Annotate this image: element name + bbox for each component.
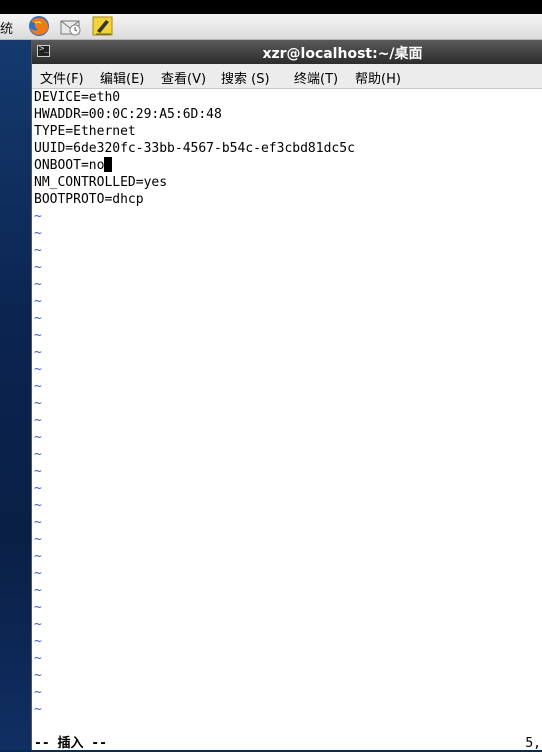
menu-bar: 文件(F) 编辑(E) 查看(V) 搜索 (S) 终端(T) 帮助(H) — [32, 64, 542, 89]
editor-line[interactable]: ONBOOT=no — [34, 157, 542, 174]
empty-line-marker: ~ — [34, 226, 42, 241]
text-cursor — [104, 157, 113, 172]
empty-line-marker: ~ — [34, 447, 42, 462]
empty-line-marker: ~ — [34, 379, 42, 394]
menu-view[interactable]: 查看(V) — [161, 68, 206, 87]
menu-help[interactable]: 帮助(H) — [355, 68, 401, 87]
empty-line-marker: ~ — [34, 481, 42, 496]
empty-line-marker: ~ — [34, 600, 42, 615]
empty-line-markers: ~ ~ ~ ~ ~ ~ ~ ~ ~ ~ ~ ~ ~ ~ ~ ~ ~ ~ ~ ~ ~ ~ ~ ~ ~ ~ ~ ~ ~ ~ — [34, 208, 542, 718]
empty-line-marker: ~ — [34, 583, 42, 598]
insert-mode-indicator: -- 插入 -- — [34, 736, 107, 751]
top-panel-strip — [0, 0, 542, 14]
empty-line-marker: ~ — [34, 396, 42, 411]
empty-line-marker: ~ — [34, 617, 42, 632]
empty-line-marker: ~ — [34, 277, 42, 292]
empty-line-marker: ~ — [34, 634, 42, 649]
editor-line[interactable]: UUID=6de320fc-33bb-4567-b54c-ef3cbd81dc5… — [34, 140, 542, 157]
empty-line-marker: ~ — [34, 243, 42, 258]
empty-line-marker: ~ — [34, 668, 42, 683]
editor-line[interactable]: DEVICE=eth0 — [34, 89, 542, 106]
empty-line-marker: ~ — [34, 362, 42, 377]
menu-edit[interactable]: 编辑(E) — [100, 68, 144, 87]
empty-line-marker: ~ — [34, 413, 42, 428]
launcher-panel: 统 — [0, 14, 542, 40]
window-title: xzr@localhost:~/桌面 — [262, 46, 423, 62]
empty-line-marker: ~ — [34, 328, 42, 343]
empty-line-marker: ~ — [34, 549, 42, 564]
editor-line[interactable]: NM_CONTROLLED=yes — [34, 174, 542, 191]
empty-line-marker: ~ — [34, 498, 42, 513]
firefox-icon[interactable] — [27, 15, 51, 37]
menu-file[interactable]: 文件(F) — [40, 68, 84, 87]
empty-line-marker: ~ — [34, 515, 42, 530]
desktop-background — [0, 40, 31, 750]
system-menu-label[interactable]: 统 — [0, 18, 13, 37]
empty-line-marker: ~ — [34, 702, 42, 717]
empty-line-marker: ~ — [34, 209, 42, 224]
editor-line[interactable]: HWADDR=00:0C:29:A5:6D:48 — [34, 106, 542, 123]
vi-status-line: -- 插入 -- 5, — [34, 735, 542, 752]
empty-line-marker: ~ — [34, 685, 42, 700]
mail-icon[interactable] — [59, 15, 83, 37]
editor-line[interactable]: BOOTPROTO=dhcp — [34, 191, 542, 208]
menu-search[interactable]: 搜索 (S) — [221, 68, 270, 87]
empty-line-marker: ~ — [34, 345, 42, 360]
vi-editor[interactable]: DEVICE=eth0 HWADDR=00:0C:29:A5:6D:48 TYP… — [34, 89, 542, 732]
empty-line-marker: ~ — [34, 294, 42, 309]
empty-line-marker: ~ — [34, 260, 42, 275]
empty-line-marker: ~ — [34, 464, 42, 479]
cursor-position: 5, — [525, 736, 541, 751]
empty-line-marker: ~ — [34, 311, 42, 326]
editor-line[interactable]: TYPE=Ethernet — [34, 123, 542, 140]
empty-line-marker: ~ — [34, 566, 42, 581]
notes-icon[interactable] — [91, 15, 115, 37]
window-titlebar[interactable]: >_ xzr@localhost:~/桌面 — [32, 40, 542, 64]
empty-line-marker: ~ — [34, 532, 42, 547]
empty-line-marker: ~ — [34, 651, 42, 666]
terminal-window[interactable]: >_ xzr@localhost:~/桌面 文件(F) 编辑(E) 查看(V) … — [31, 40, 542, 752]
menu-terminal[interactable]: 终端(T) — [294, 68, 338, 87]
empty-line-marker: ~ — [34, 430, 42, 445]
